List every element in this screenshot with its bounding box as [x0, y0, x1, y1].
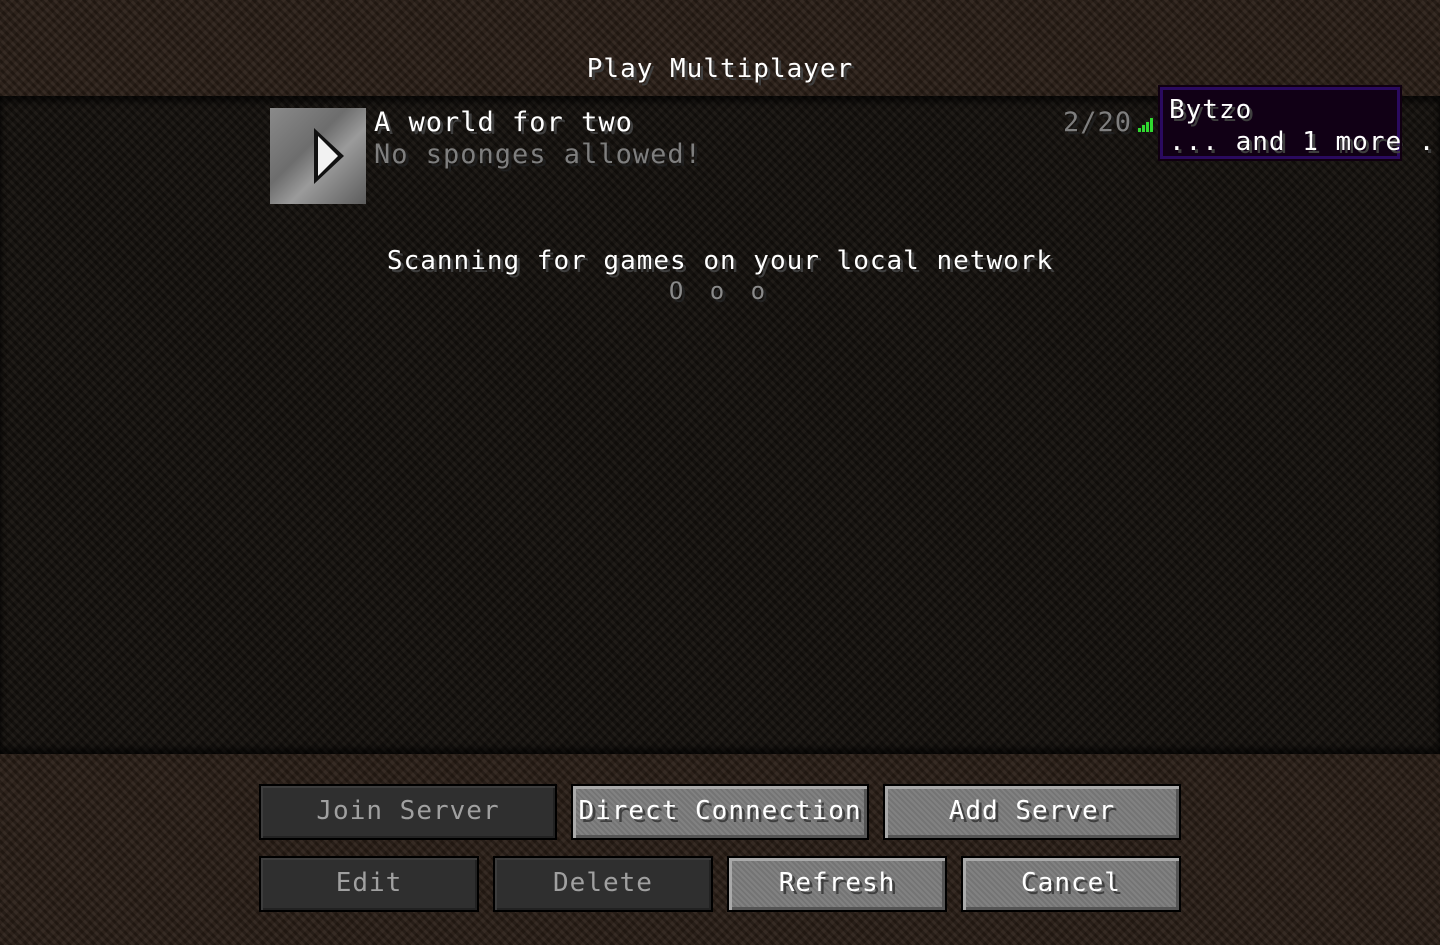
tooltip-more-players: ... and 1 more ...	[1169, 127, 1440, 157]
play-icon-fill	[318, 136, 338, 176]
join-server-button[interactable]: Join Server	[259, 784, 557, 840]
cancel-button[interactable]: Cancel	[961, 856, 1181, 912]
server-icon[interactable]	[270, 108, 366, 204]
delete-button[interactable]: Delete	[493, 856, 713, 912]
player-list-tooltip: Bytzo ... and 1 more ...	[1158, 85, 1440, 161]
lan-scanning-indicator: O o o	[668, 277, 772, 305]
server-name: A world for two	[374, 107, 633, 138]
server-entry[interactable]: A world for two No sponges allowed! 2/20	[270, 108, 1170, 204]
direct-connection-button[interactable]: Direct Connection	[571, 784, 869, 840]
player-count[interactable]: 2/20	[1063, 108, 1132, 138]
add-server-button[interactable]: Add Server	[883, 784, 1181, 840]
signal-bars-icon[interactable]	[1138, 118, 1156, 132]
screen-title: Play Multiplayer	[586, 54, 854, 84]
server-list[interactable]: A world for two No sponges allowed! 2/20…	[0, 96, 1440, 754]
server-motd: No sponges allowed!	[374, 139, 702, 170]
tooltip-player-name: Bytzo	[1169, 95, 1253, 125]
refresh-button[interactable]: Refresh	[727, 856, 947, 912]
lan-scanning-text: Scanning for games on your local network	[386, 246, 1054, 276]
edit-button[interactable]: Edit	[259, 856, 479, 912]
